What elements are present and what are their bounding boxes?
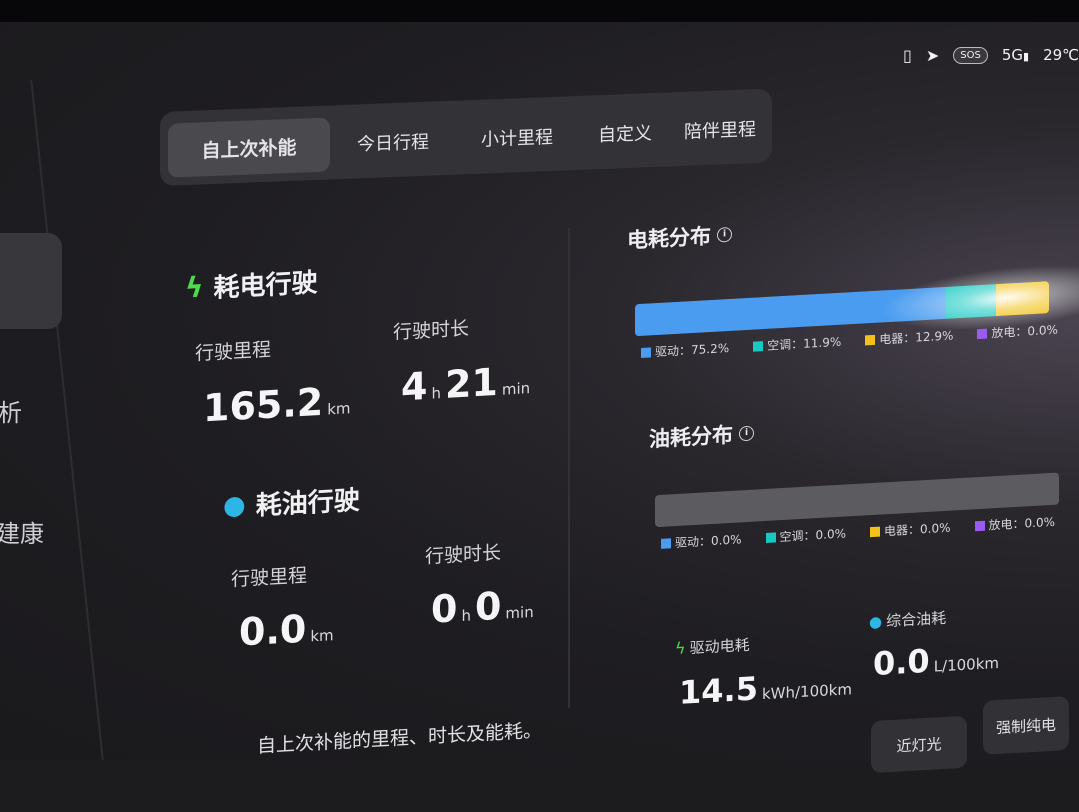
legend-label: 放电：0.0% — [991, 322, 1058, 341]
tab-companion-mileage[interactable]: 陪伴里程 — [674, 101, 766, 159]
fuel-consumption-value: 0.0 L/100km — [873, 641, 1000, 683]
sidebar-item-health[interactable]: 建康 — [0, 514, 44, 549]
sidebar-item-analysis[interactable]: 析 — [0, 393, 22, 428]
fuel-section-title: ● 耗油行驶 — [223, 485, 360, 522]
status-bar: ▯ ➤ SOS 5G▮ 29℃ — [903, 42, 1079, 68]
drive-consumption-value: 14.5 kWh/100km — [679, 669, 852, 712]
legend-label: 空调：11.9% — [767, 334, 842, 353]
legend-swatch — [870, 526, 880, 537]
lightning-icon: ϟ — [675, 638, 686, 659]
legend-item: 驱动：75.2% — [641, 339, 729, 361]
fuel-duration-value: 0 h 0 min — [431, 583, 534, 632]
info-icon[interactable]: i — [739, 425, 754, 441]
lights-button[interactable]: 近灯光 — [871, 715, 967, 774]
panel-divider — [568, 227, 570, 709]
legend-swatch — [765, 531, 776, 543]
electric-distance-label: 行驶里程 — [195, 338, 272, 365]
legend-swatch — [865, 334, 876, 345]
electric-distance-value: 165.2 km — [203, 379, 351, 431]
legend-item: 放电：0.0% — [974, 513, 1056, 535]
network-indicator: 5G▮ — [1001, 46, 1030, 64]
sidebar-item-selected[interactable] — [0, 233, 62, 329]
legend-item: 电器：12.9% — [865, 326, 953, 348]
trip-panel: ϟ 耗电行驶 行驶里程 165.2 km 行驶时长 4 h 21 min ● 耗油行驶 … — [175, 190, 1075, 774]
fuel-consumption-label: ● 综合油耗 — [869, 608, 947, 631]
legend-item: 电器：0.0% — [870, 519, 951, 541]
fuel-distance-value: 0.0 km — [239, 606, 334, 655]
fuel-drop-icon: ● — [869, 611, 883, 631]
legend-swatch — [753, 340, 764, 352]
fuel-drop-icon: ● — [223, 489, 246, 521]
tab-subtotal-mileage[interactable]: 小计里程 — [462, 108, 572, 166]
navigation-arrow-icon: ➤ — [925, 45, 940, 65]
temperature-readout: 29℃ — [1043, 46, 1079, 64]
elec_dist-segment — [995, 281, 1049, 317]
legend-label: 放电：0.0% — [988, 514, 1056, 533]
drive-consumption-label: ϟ 驱动电耗 — [675, 635, 750, 659]
legend-label: 空调：0.0% — [779, 526, 847, 545]
legend-swatch — [974, 520, 985, 531]
tab-today-trip[interactable]: 今日行程 — [338, 113, 448, 171]
legend-swatch — [661, 537, 671, 549]
fuel-distance-label: 行驶里程 — [231, 564, 308, 591]
legend-item: 放电：0.0% — [977, 321, 1058, 343]
battery-icon: ▯ — [903, 45, 912, 65]
electric-duration-value: 4 h 21 min — [401, 359, 531, 410]
legend-label: 电器：12.9% — [879, 328, 954, 347]
legend-label: 电器：0.0% — [884, 520, 951, 539]
tab-since-last-charge[interactable]: 自上次补能 — [168, 117, 330, 178]
signal-icon: ▮ — [1023, 50, 1030, 63]
legend-item: 空调：0.0% — [765, 524, 847, 546]
legend-swatch — [977, 328, 988, 339]
legend-item: 空调：11.9% — [753, 333, 841, 355]
electric-duration-label: 行驶时长 — [393, 317, 470, 344]
tab-custom[interactable]: 自定义 — [580, 104, 670, 161]
legend-item: 驱动：0.0% — [661, 530, 742, 552]
info-icon[interactable]: i — [717, 226, 732, 243]
legend-swatch — [641, 346, 651, 358]
lightning-icon: ϟ — [185, 270, 204, 305]
elec_dist-segment — [946, 284, 996, 319]
legend-label: 驱动：75.2% — [655, 341, 730, 360]
fuel-duration-label: 行驶时长 — [425, 541, 502, 569]
electric-section-title: ϟ 耗电行驶 — [185, 268, 318, 305]
legend-label: 驱动：0.0% — [675, 532, 742, 551]
force-ev-button[interactable]: 强制纯电 — [983, 696, 1069, 755]
electric-distribution-title: 电耗分布 i — [627, 219, 732, 255]
sos-badge[interactable]: SOS — [953, 46, 988, 64]
fuel-distribution-title: 油耗分布 i — [649, 418, 754, 454]
